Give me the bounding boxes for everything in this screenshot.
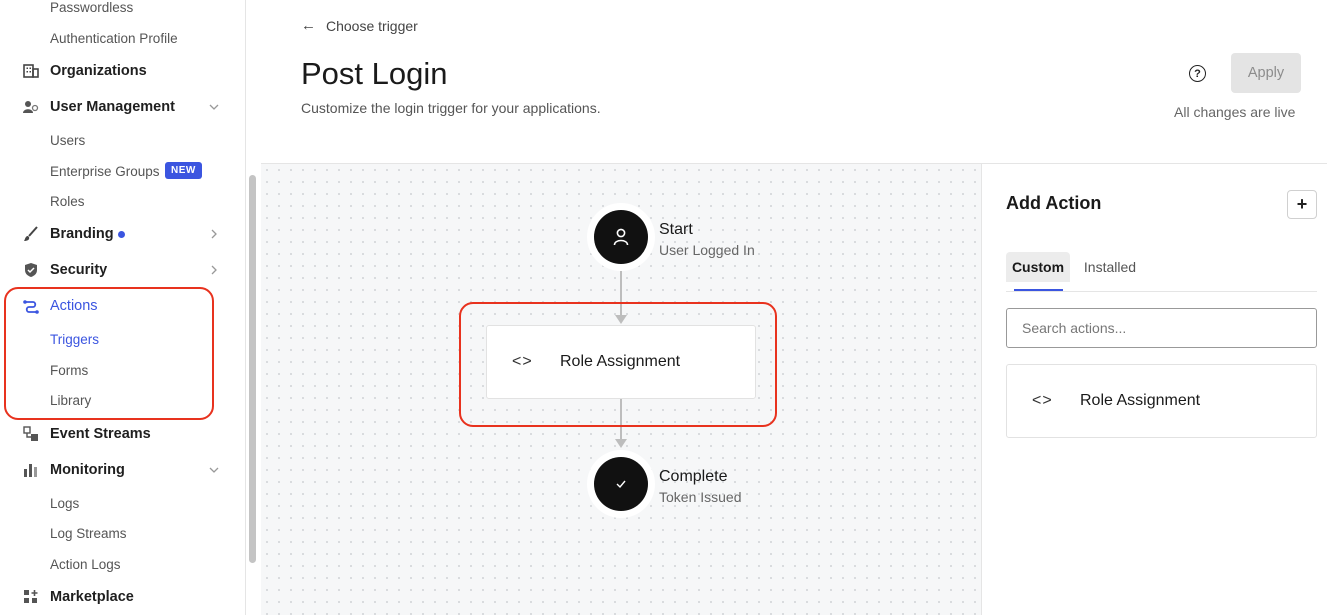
sidebar-item-monitoring[interactable]: Monitoring: [22, 459, 125, 481]
sidebar-item-logs[interactable]: Logs: [50, 496, 79, 511]
tab-custom[interactable]: Custom: [1006, 252, 1070, 282]
chevron-right-icon[interactable]: [207, 263, 221, 277]
tab-divider: [1006, 291, 1317, 292]
sidebar-item-user-management[interactable]: User Management: [22, 96, 175, 118]
back-link[interactable]: ← Choose trigger: [301, 17, 418, 34]
action-list-item-label: Role Assignment: [1080, 392, 1201, 409]
tab-installed[interactable]: Installed: [1075, 252, 1145, 282]
start-node: [587, 203, 655, 271]
start-node-subtitle: User Logged In: [659, 242, 755, 258]
shield-icon: [22, 261, 40, 279]
user-icon: [613, 228, 629, 246]
apply-button[interactable]: Apply: [1231, 53, 1301, 93]
sidebar-item-label: Branding: [50, 226, 114, 242]
action-list-item[interactable]: <> Role Assignment: [1006, 364, 1317, 438]
page-subtitle: Customize the login trigger for your app…: [301, 100, 601, 116]
sidebar-item-organizations[interactable]: Organizations: [22, 60, 147, 82]
building-icon: [22, 62, 40, 80]
complete-node: [587, 450, 655, 518]
add-action-button[interactable]: +: [1287, 190, 1317, 219]
sidebar-item-security[interactable]: Security: [22, 259, 107, 281]
sidebar-item-passwordless[interactable]: Passwordless: [50, 0, 133, 15]
check-icon: [616, 480, 626, 489]
flow-arrow-icon: [615, 439, 627, 448]
sidebar-item-log-streams[interactable]: Log Streams: [50, 526, 127, 541]
sidebar-item-marketplace[interactable]: Marketplace: [22, 586, 134, 608]
complete-node-title: Complete: [659, 468, 728, 485]
code-icon: <>: [1032, 392, 1053, 409]
highlight-box-action-card: [459, 302, 777, 427]
brush-icon: [22, 225, 40, 243]
notification-dot: [118, 231, 125, 238]
users-icon: [22, 98, 40, 116]
search-actions-input[interactable]: [1006, 308, 1317, 348]
sidebar-item-event-streams[interactable]: Event Streams: [22, 423, 151, 445]
new-badge: NEW: [165, 162, 202, 179]
chevron-right-icon[interactable]: [207, 227, 221, 241]
highlight-box-actions: [4, 287, 214, 420]
sidebar-item-action-logs[interactable]: Action Logs: [50, 557, 121, 572]
panel-title: Add Action: [1006, 193, 1102, 213]
sidebar-item-label: Marketplace: [50, 589, 134, 605]
tab-active-indicator: [1014, 289, 1063, 291]
back-link-label: Choose trigger: [326, 17, 418, 34]
sidebar-item-label: Monitoring: [50, 462, 125, 478]
sidebar-item-roles[interactable]: Roles: [50, 194, 85, 209]
event-streams-icon: [22, 425, 40, 443]
sidebar-item-label: Event Streams: [50, 426, 151, 442]
sidebar-item-enterprise-groups[interactable]: Enterprise Groups: [50, 164, 160, 179]
sidebar-item-label: User Management: [50, 99, 175, 115]
complete-node-subtitle: Token Issued: [659, 489, 742, 505]
help-icon[interactable]: ?: [1189, 65, 1206, 82]
sidebar-item-branding[interactable]: Branding: [22, 223, 114, 245]
sidebar-item-label: Security: [50, 262, 108, 278]
page-title: Post Login: [301, 56, 448, 91]
sidebar-scrollbar[interactable]: [249, 175, 256, 563]
back-arrow-icon: ←: [301, 17, 316, 34]
sidebar-item-authentication-profile[interactable]: Authentication Profile: [50, 31, 178, 46]
chevron-down-icon[interactable]: [207, 100, 221, 114]
chevron-down-icon[interactable]: [207, 463, 221, 477]
start-node-title: Start: [659, 221, 693, 238]
sidebar-item-label: Organizations: [50, 63, 147, 79]
sidebar-item-users[interactable]: Users: [50, 133, 85, 148]
status-text: All changes are live: [1174, 104, 1296, 120]
bar-chart-icon: [22, 461, 40, 479]
marketplace-icon: [22, 588, 40, 606]
